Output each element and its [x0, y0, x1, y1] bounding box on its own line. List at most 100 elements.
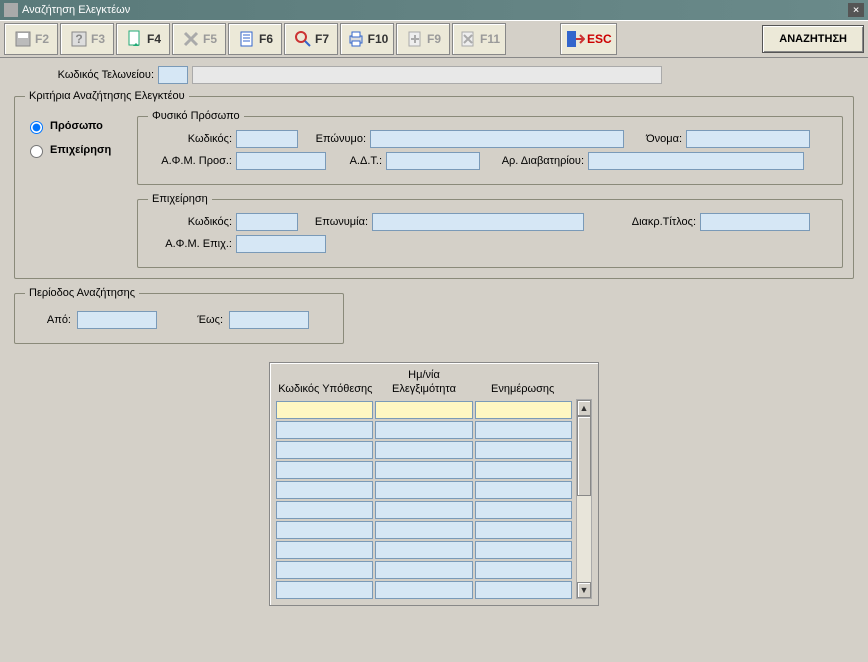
customs-desc-input	[192, 66, 662, 84]
print-icon	[346, 29, 366, 49]
period-to-label: Έως:	[183, 314, 223, 326]
window-title: Αναζήτηση Ελεγκτέων	[22, 4, 130, 16]
toolbar-f9[interactable]: F9	[396, 23, 450, 55]
toolbar: F2 ? F3 F4 F5 F6 F7 F10 F9 F11 ESC ΑΝΑΖΗ…	[0, 20, 868, 58]
table-row[interactable]	[276, 521, 572, 539]
table-cell[interactable]	[276, 521, 373, 539]
table-cell[interactable]	[276, 501, 373, 519]
period-from-input[interactable]	[77, 311, 157, 329]
person-name-label: Όνομα:	[632, 133, 682, 145]
table-cell[interactable]	[375, 521, 472, 539]
table-row[interactable]	[276, 401, 572, 419]
radio-person[interactable]: Πρόσωπο	[25, 118, 125, 134]
customs-code-input[interactable]	[158, 66, 188, 84]
company-afm-input[interactable]	[236, 235, 326, 253]
toolbar-f2[interactable]: F2	[4, 23, 58, 55]
table-cell[interactable]	[475, 581, 572, 599]
table-cell[interactable]	[276, 461, 373, 479]
table-cell[interactable]	[375, 581, 472, 599]
company-title-input[interactable]	[700, 213, 810, 231]
svg-text:?: ?	[75, 32, 82, 46]
table-col1-header: Κωδικός Υπόθεσης	[276, 381, 375, 401]
toolbar-f5[interactable]: F5	[172, 23, 226, 55]
person-passport-label: Αρ. Διαβατηρίου:	[488, 155, 584, 167]
company-code-input[interactable]	[236, 213, 298, 231]
table-cell[interactable]	[276, 481, 373, 499]
toolbar-f6[interactable]: F6	[228, 23, 282, 55]
table-row[interactable]	[276, 441, 572, 459]
company-name-input[interactable]	[372, 213, 584, 231]
table-cell[interactable]	[475, 541, 572, 559]
person-passport-input[interactable]	[588, 152, 804, 170]
search-button[interactable]: ΑΝΑΖΗΤΗΣΗ	[762, 25, 864, 53]
table-cell[interactable]	[375, 401, 472, 419]
period-to-input[interactable]	[229, 311, 309, 329]
add-doc-icon	[405, 29, 425, 49]
table-cell[interactable]	[475, 561, 572, 579]
scrollbar[interactable]: ▲ ▼	[576, 399, 592, 599]
table-col3-header-line1: Ημ/νία	[276, 369, 572, 381]
period-fieldset: Περίοδος Αναζήτησης Από: Έως:	[14, 287, 344, 344]
scroll-thumb[interactable]	[577, 416, 591, 496]
table-cell[interactable]	[475, 461, 572, 479]
person-code-input[interactable]	[236, 130, 298, 148]
criteria-legend: Κριτήρια Αναζήτησης Ελεγκτέου	[25, 90, 189, 102]
criteria-fieldset: Κριτήρια Αναζήτησης Ελεγκτέου Πρόσωπο Επ…	[14, 90, 854, 279]
toolbar-f3[interactable]: ? F3	[60, 23, 114, 55]
table-cell[interactable]	[375, 461, 472, 479]
new-doc-icon	[125, 29, 145, 49]
scroll-down-icon[interactable]: ▼	[577, 582, 591, 598]
scroll-up-icon[interactable]: ▲	[577, 400, 591, 416]
radio-person-input[interactable]	[30, 121, 43, 134]
table-cell[interactable]	[276, 541, 373, 559]
company-code-label: Κωδικός:	[148, 216, 232, 228]
table-row[interactable]	[276, 481, 572, 499]
table-cell[interactable]	[276, 581, 373, 599]
table-row[interactable]	[276, 541, 572, 559]
toolbar-f11[interactable]: F11	[452, 23, 506, 55]
table-cell[interactable]	[375, 421, 472, 439]
customs-code-label: Κωδικός Τελωνείου:	[44, 69, 154, 81]
table-cell[interactable]	[375, 481, 472, 499]
table-cell[interactable]	[475, 521, 572, 539]
table-cell[interactable]	[375, 541, 472, 559]
person-name-input[interactable]	[686, 130, 810, 148]
radio-company-input[interactable]	[30, 145, 43, 158]
results-table: Ημ/νία Κωδικός Υπόθεσης Ελεγξιμότητα Ενη…	[269, 362, 599, 606]
table-cell[interactable]	[475, 421, 572, 439]
person-adt-input[interactable]	[386, 152, 480, 170]
company-legend: Επιχείρηση	[148, 193, 212, 205]
toolbar-esc[interactable]: ESC	[560, 23, 617, 55]
toolbar-f4[interactable]: F4	[116, 23, 170, 55]
table-cell[interactable]	[475, 441, 572, 459]
period-from-label: Από:	[31, 314, 71, 326]
person-fieldset: Φυσικό Πρόσωπο Κωδικός: Επώνυμο: Όνομα: …	[137, 110, 843, 185]
table-cell[interactable]	[276, 561, 373, 579]
toolbar-f7[interactable]: F7	[284, 23, 338, 55]
table-cell[interactable]	[276, 401, 373, 419]
table-row[interactable]	[276, 581, 572, 599]
delete-icon	[181, 29, 201, 49]
person-surname-input[interactable]	[370, 130, 624, 148]
table-cell[interactable]	[276, 441, 373, 459]
table-cell[interactable]	[475, 401, 572, 419]
company-title-label: Διακρ.Τίτλος:	[616, 216, 696, 228]
table-cell[interactable]	[276, 421, 373, 439]
table-row[interactable]	[276, 461, 572, 479]
table-col3-header-line2: Ενημέρωσης	[473, 381, 572, 401]
table-cell[interactable]	[375, 501, 472, 519]
company-name-label: Επωνυμία:	[306, 216, 368, 228]
close-icon[interactable]: ×	[848, 3, 864, 17]
table-cell[interactable]	[375, 561, 472, 579]
table-row[interactable]	[276, 561, 572, 579]
table-cell[interactable]	[375, 441, 472, 459]
person-code-label: Κωδικός:	[148, 133, 232, 145]
table-row[interactable]	[276, 421, 572, 439]
table-cell[interactable]	[475, 501, 572, 519]
table-row[interactable]	[276, 501, 572, 519]
toolbar-f10[interactable]: F10	[340, 23, 394, 55]
radio-company[interactable]: Επιχείρηση	[25, 142, 125, 158]
person-afm-input[interactable]	[236, 152, 326, 170]
exit-icon	[565, 29, 585, 49]
table-cell[interactable]	[475, 481, 572, 499]
